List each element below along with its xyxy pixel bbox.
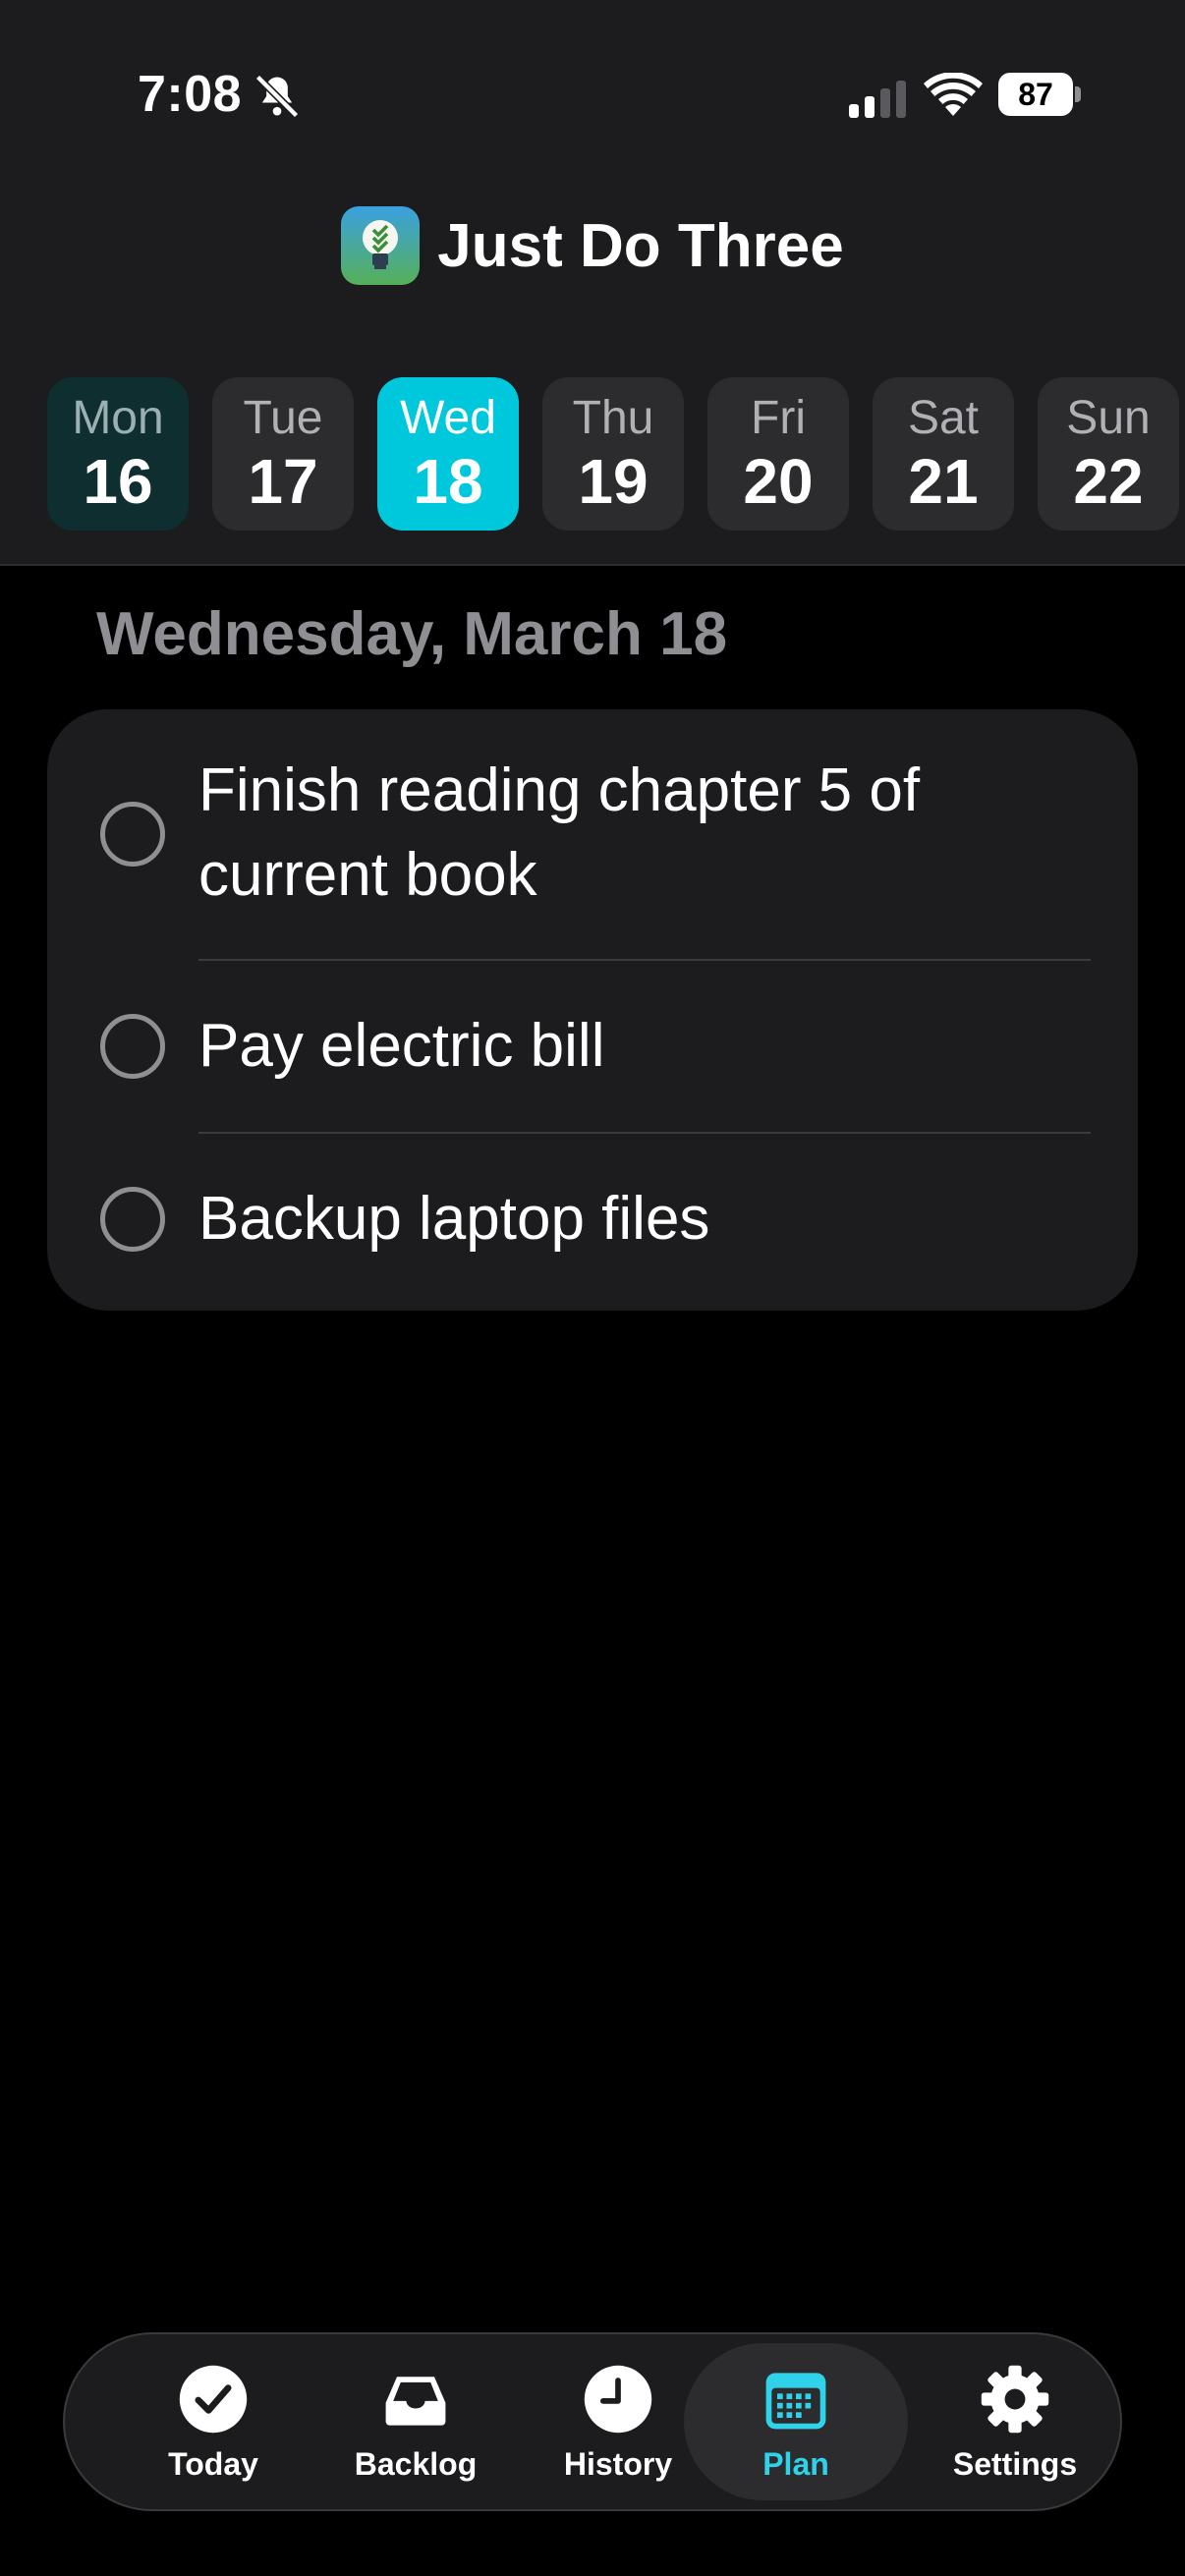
- checkmark-circle-icon: [179, 2365, 248, 2433]
- task-item[interactable]: Finish reading chapter 5 of current book: [47, 709, 1138, 959]
- header-area: 7:08 87 Just Do Three Mon 16 Tue 17 Wed …: [0, 0, 1185, 566]
- day-sun[interactable]: Sun 22: [1038, 377, 1179, 531]
- task-list: Finish reading chapter 5 of current book…: [47, 709, 1138, 1311]
- day-wed[interactable]: Wed 18: [377, 377, 519, 531]
- tab-label: Settings: [952, 2445, 1078, 2482]
- tray-icon: [385, 2376, 446, 2426]
- day-fri[interactable]: Fri 20: [707, 377, 849, 531]
- clock-icon: [584, 2365, 652, 2433]
- tab-label: Plan: [762, 2445, 829, 2482]
- tab-backlog[interactable]: Backlog: [314, 2334, 517, 2509]
- day-number: 18: [413, 446, 483, 517]
- task-text: Finish reading chapter 5 of current book: [198, 756, 921, 909]
- tab-today[interactable]: Today: [112, 2334, 314, 2509]
- tab-label: Today: [168, 2445, 258, 2482]
- day-mon[interactable]: Mon 16: [47, 377, 189, 531]
- task-text: Backup laptop files: [198, 1185, 710, 1253]
- day-number: 22: [1073, 446, 1144, 517]
- day-name: Thu: [572, 392, 654, 444]
- day-name: Sun: [1066, 392, 1151, 444]
- day-number: 21: [908, 446, 979, 517]
- cellular-signal-icon: [849, 81, 906, 118]
- app-title-bar: Just Do Three: [0, 201, 1185, 290]
- day-thu[interactable]: Thu 19: [542, 377, 684, 531]
- date-heading: Wednesday, March 18: [96, 600, 728, 668]
- day-number: 20: [743, 446, 814, 517]
- tab-plan[interactable]: Plan: [684, 2343, 908, 2500]
- week-day-strip: Mon 16 Tue 17 Wed 18 Thu 19 Fri 20 Sat 2…: [47, 377, 1179, 531]
- tab-settings[interactable]: Settings: [914, 2334, 1116, 2509]
- status-bar: 7:08 87: [0, 0, 1185, 187]
- task-checkbox[interactable]: [100, 802, 165, 867]
- day-sat[interactable]: Sat 21: [873, 377, 1014, 531]
- battery-level: 87: [1018, 77, 1053, 112]
- gear-icon: [981, 2365, 1049, 2433]
- task-checkbox[interactable]: [100, 1014, 165, 1079]
- calendar-icon: [765, 2372, 826, 2429]
- tab-bar: Today Backlog History Plan Settings: [63, 2332, 1122, 2511]
- tab-label: Backlog: [354, 2445, 478, 2482]
- day-name: Sat: [907, 392, 980, 444]
- day-name: Tue: [243, 392, 323, 444]
- day-number: 17: [248, 446, 318, 517]
- bell-muted-icon: [254, 74, 300, 119]
- task-item[interactable]: Backup laptop files: [47, 1134, 1138, 1311]
- tab-label: History: [563, 2445, 673, 2482]
- day-tue[interactable]: Tue 17: [212, 377, 354, 531]
- app-name: Just Do Three: [437, 211, 844, 280]
- task-text: Pay electric bill: [198, 1012, 605, 1080]
- task-checkbox[interactable]: [100, 1187, 165, 1252]
- day-name: Fri: [751, 392, 806, 444]
- wifi-icon: [924, 73, 983, 116]
- app-logo-icon: [341, 206, 421, 285]
- day-name: Mon: [72, 392, 164, 444]
- day-number: 16: [83, 446, 153, 517]
- day-number: 19: [578, 446, 649, 517]
- task-item[interactable]: Pay electric bill: [47, 961, 1138, 1132]
- battery-icon: 87: [998, 73, 1081, 116]
- day-name: Wed: [400, 392, 496, 444]
- status-time: 7:08: [138, 66, 243, 123]
